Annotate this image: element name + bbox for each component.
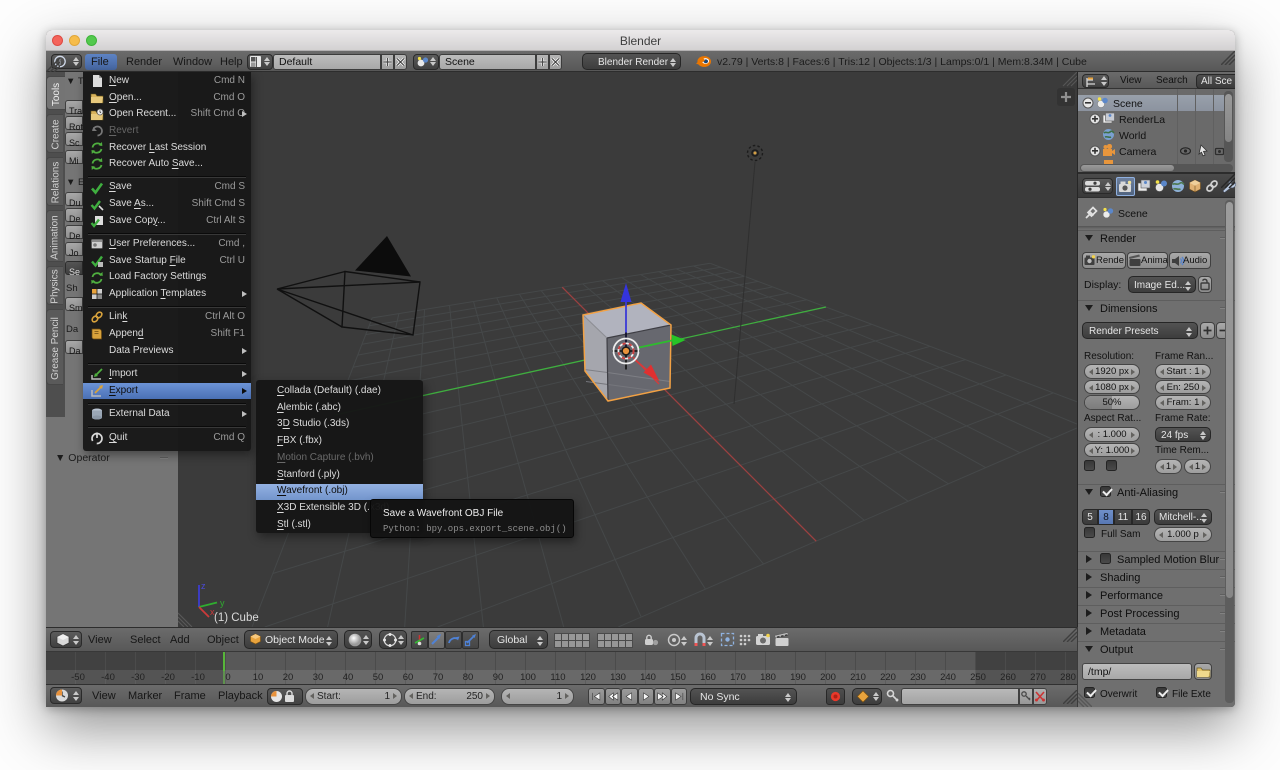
svg-text:y: y: [220, 598, 225, 608]
svg-text:(1) Cube: (1) Cube: [214, 612, 259, 624]
svg-text:z: z: [201, 581, 206, 591]
